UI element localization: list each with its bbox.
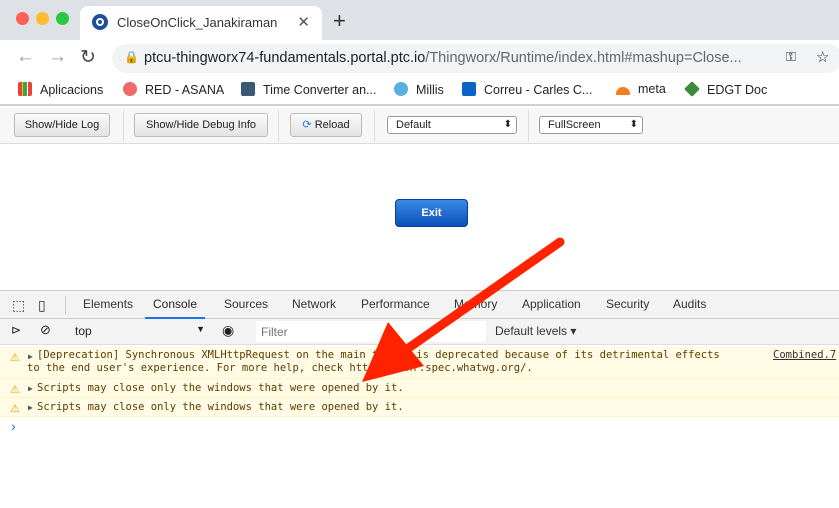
- annotation-arrow: [362, 237, 565, 382]
- arrow-head-icon: [362, 322, 424, 382]
- arrow-shaft: [395, 237, 565, 359]
